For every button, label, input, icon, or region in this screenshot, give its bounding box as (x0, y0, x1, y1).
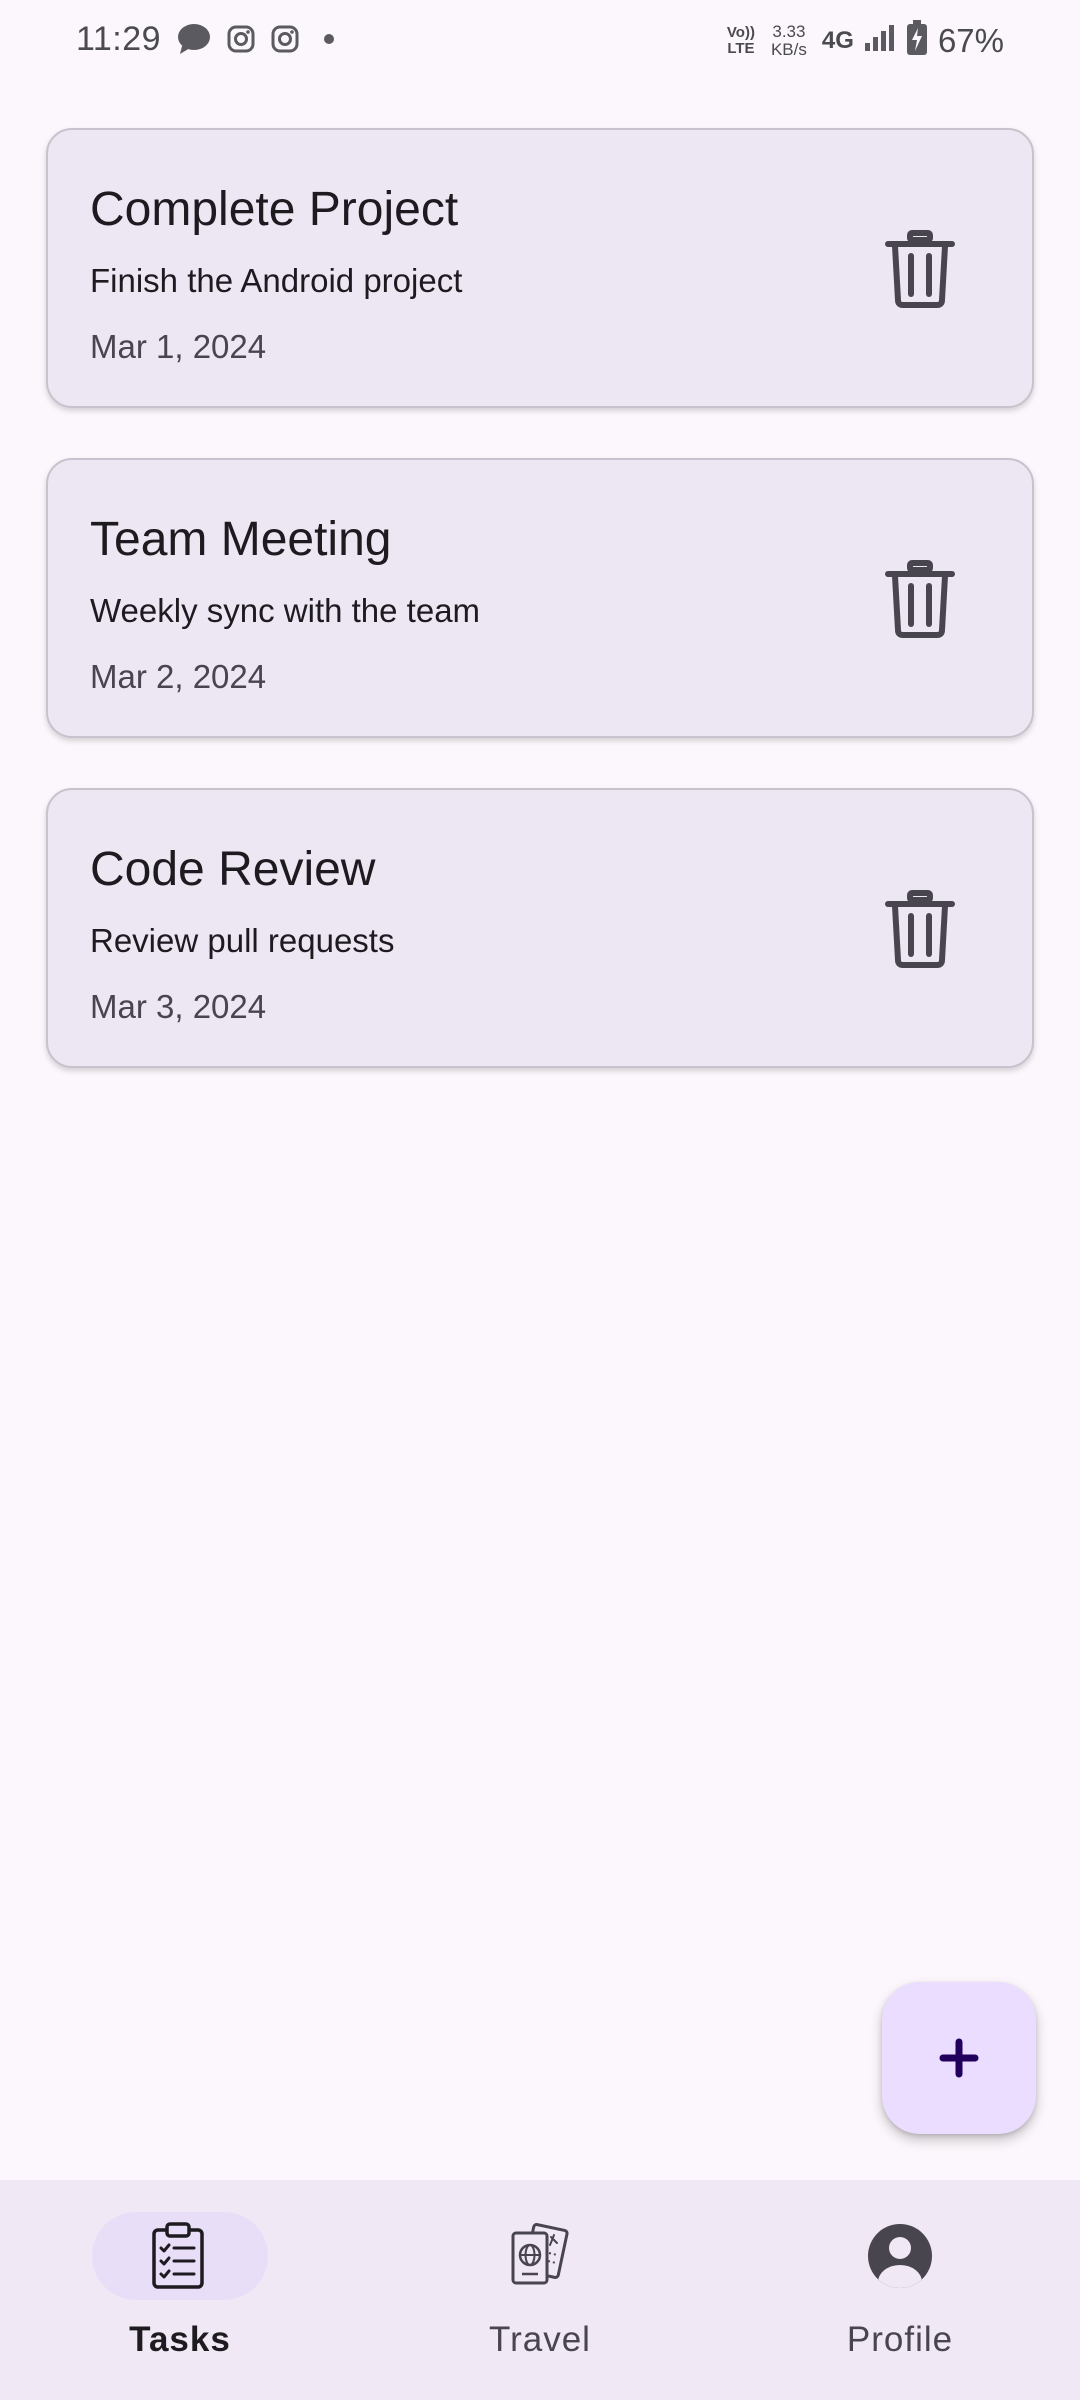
task-title: Complete Project (90, 183, 459, 236)
chat-bubble-icon (176, 22, 212, 56)
task-description: Review pull requests (90, 922, 395, 959)
task-date: Mar 1, 2024 (90, 328, 267, 365)
task-description: Finish the Android project (90, 262, 463, 299)
signal-bars-icon (864, 23, 896, 58)
delete-task-button[interactable] (880, 886, 960, 972)
status-bar: 11:29 Vo)) LTE 3.33 KB/s 4G 67% (0, 0, 1080, 84)
nav-item-travel[interactable]: Travel (360, 2180, 720, 2400)
passport-icon (500, 2220, 580, 2292)
nav-item-profile[interactable]: Profile (720, 2180, 1080, 2400)
add-task-button[interactable] (882, 1982, 1036, 2134)
system-status-icons: Vo)) LTE 3.33 KB/s 4G 67% (726, 20, 1004, 61)
clipboard-checklist-icon (138, 2220, 218, 2292)
volte-indicator: Vo)) LTE (726, 23, 755, 57)
task-title: Code Review (90, 843, 376, 896)
status-time: 11:29 (76, 20, 162, 58)
trash-icon (885, 560, 955, 638)
network-speed: 3.33 KB/s (770, 21, 807, 59)
bottom-navigation: Tasks Travel Profile (0, 2180, 1080, 2400)
task-list: Complete Project Finish the Android proj… (46, 128, 1034, 1118)
nav-label-tasks: Tasks (129, 2320, 231, 2359)
plus-icon (939, 2038, 979, 2078)
delete-task-button[interactable] (880, 226, 960, 312)
task-title: Team Meeting (90, 513, 392, 566)
task-card[interactable]: Team Meeting Weekly sync with the team M… (46, 458, 1034, 738)
instagram-icon (270, 24, 300, 54)
nav-label-profile: Profile (846, 2320, 954, 2359)
battery-charging-icon (906, 20, 928, 61)
task-card[interactable]: Code Review Review pull requests Mar 3, … (46, 788, 1034, 1068)
nav-item-tasks[interactable]: Tasks (0, 2180, 360, 2400)
task-card[interactable]: Complete Project Finish the Android proj… (46, 128, 1034, 408)
nav-label-travel: Travel (489, 2320, 591, 2359)
task-description: Weekly sync with the team (90, 592, 481, 629)
task-date: Mar 3, 2024 (90, 988, 267, 1025)
account-circle-icon (860, 2220, 940, 2292)
network-type: 4G (821, 26, 854, 54)
trash-icon (885, 230, 955, 308)
dot-icon (314, 24, 344, 54)
trash-icon (885, 890, 955, 968)
instagram-icon (226, 24, 256, 54)
delete-task-button[interactable] (880, 556, 960, 642)
battery-percentage: 67% (937, 21, 1004, 59)
notification-icons (176, 22, 344, 56)
task-date: Mar 2, 2024 (90, 658, 267, 695)
